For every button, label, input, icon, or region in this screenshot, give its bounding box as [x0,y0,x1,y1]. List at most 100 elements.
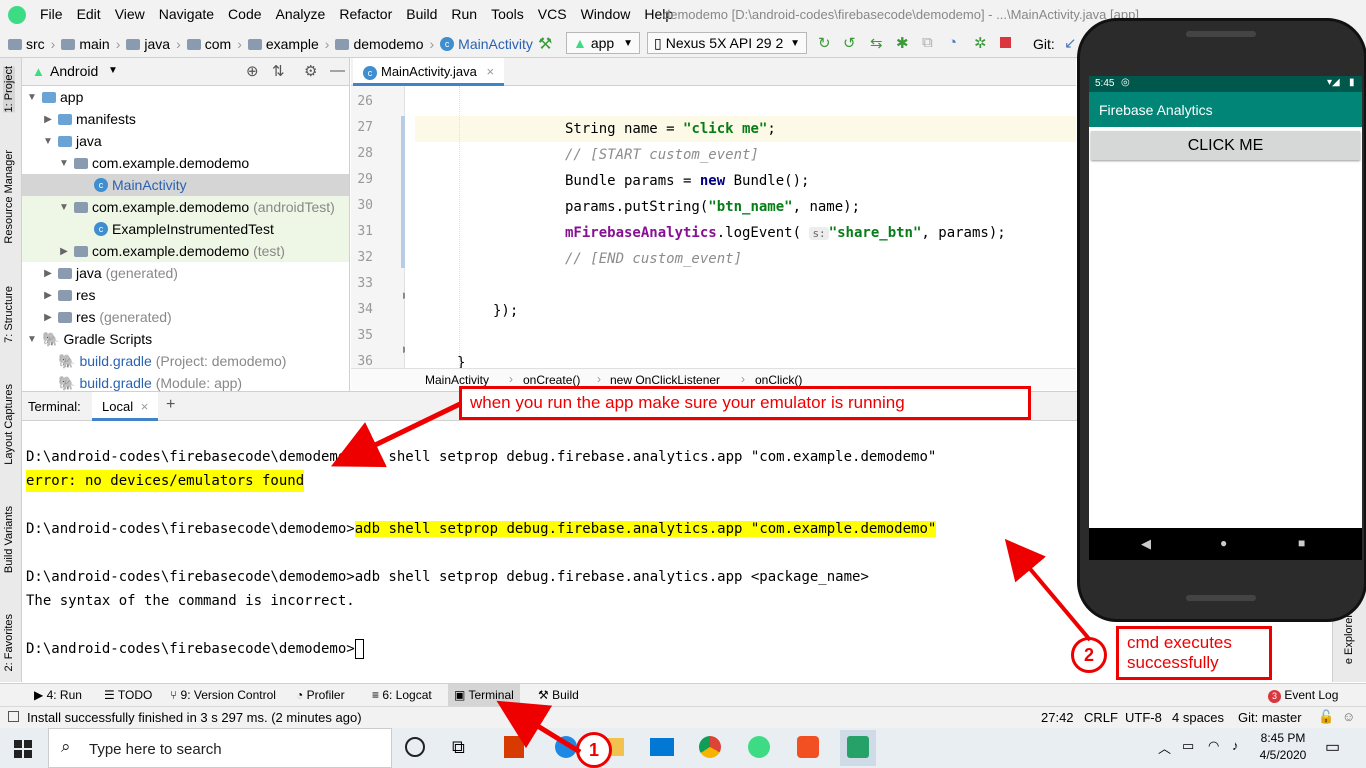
crumb-class[interactable]: MainActivity [425,373,489,387]
tree-item-java[interactable]: ▼ java [22,130,349,152]
notifications-icon[interactable]: ▭ [1325,737,1340,757]
file-encoding[interactable]: UTF-8 [1125,710,1162,725]
logcat-tool-button[interactable]: ≡ 6: Logcat [366,684,438,706]
toggle-tool-windows-icon[interactable] [8,711,19,722]
device-file-explorer-tab[interactable]: e Explorer [1343,614,1355,664]
run-config-dropdown[interactable]: ▲ app ▼ [566,32,640,54]
apply-code-changes-icon[interactable]: ⇆ [870,34,883,52]
apply-changes-icon[interactable]: ↺ [843,34,856,52]
lock-icon[interactable]: 🔓 [1318,709,1334,725]
project-tool-tab[interactable]: 1: Project [3,66,15,113]
crumb-main[interactable]: main [79,36,109,52]
line-separator[interactable]: CRLF [1084,710,1118,725]
favorites-tab[interactable]: 2: Favorites [3,614,15,671]
profile-icon[interactable]: ◔ [948,34,957,51]
inspector-icon[interactable]: ☺ [1342,709,1355,724]
todo-tool-button[interactable]: ☰ TODO [98,684,158,706]
menu-vcs[interactable]: VCS [538,6,567,22]
hammer-icon[interactable]: ⚒ [538,34,552,54]
tree-item-mainactivity[interactable]: c MainActivity [22,174,349,196]
recents-icon[interactable]: ■ [1298,536,1305,550]
menu-analyze[interactable]: Analyze [276,6,326,22]
profiler-tool-button[interactable]: ◔ Profiler [290,684,351,706]
device-dropdown[interactable]: ▯ Nexus 5X API 29 2 ▼ [647,32,807,54]
crumb-onclick[interactable]: onClick() [755,373,802,387]
tree-item-exampleinstrumentedtest[interactable]: c ExampleInstrumentedTest [22,218,349,240]
tree-item-java-generated[interactable]: ▶ java (generated) [22,262,349,284]
crumb-listener[interactable]: new OnClickListener [610,373,720,387]
crumb-mainactivity[interactable]: MainActivity [458,36,533,52]
chevron-up-icon[interactable]: ︿ [1158,738,1171,757]
edge-icon[interactable] [555,736,577,758]
tree-item-gradle-scripts[interactable]: ▼ 🐘 Gradle Scripts [22,328,349,350]
tree-item-res[interactable]: ▶ res [22,284,349,306]
clock-time[interactable]: 8:45 PM [1258,731,1308,745]
resource-manager-tab[interactable]: Resource Manager [3,150,15,244]
caret-position[interactable]: 27:42 [1041,710,1074,725]
volume-icon[interactable]: ♪ [1232,738,1239,753]
mail-icon[interactable] [650,738,674,756]
git-branch[interactable]: Git: master [1238,710,1302,725]
wifi-icon[interactable]: ◠ [1208,738,1219,754]
taskbar-search[interactable]: ⌕ Type here to search [48,728,392,768]
project-view-label[interactable]: Android [50,63,98,79]
cortana-icon[interactable] [405,737,425,757]
tab-mainactivity[interactable]: c MainActivity.java × [353,58,505,86]
bug-icon[interactable]: ✲ [974,34,987,52]
windows-start-icon[interactable] [14,740,32,758]
version-control-tool-button[interactable]: ⑂ 9: Version Control [164,684,282,706]
menu-edit[interactable]: Edit [77,6,101,22]
indent-setting[interactable]: 4 spaces [1172,710,1224,725]
crumb-src[interactable]: src [26,36,45,52]
crumb-oncreate[interactable]: onCreate() [523,373,580,387]
chrome-icon[interactable] [699,736,721,758]
back-icon[interactable]: ◀ [1141,536,1151,552]
close-icon[interactable]: × [141,399,149,414]
android-studio-icon[interactable] [748,736,770,758]
git-update-icon[interactable]: ↙ [1064,34,1077,52]
screen-recorder-icon[interactable] [797,736,819,758]
tree-item-package-main[interactable]: ▼ com.example.demodemo [22,152,349,174]
minimize-icon[interactable]: — [330,62,345,79]
office-icon[interactable] [504,736,524,758]
tree-item-app[interactable]: ▼ app [22,86,349,108]
menu-code[interactable]: Code [228,6,261,22]
menu-navigate[interactable]: Navigate [159,6,214,22]
close-icon[interactable]: × [486,64,494,79]
tree-item-build-gradle-module[interactable]: 🐘 build.gradle (Module: app) [22,372,349,392]
event-log-tool-button[interactable]: 3 Event Log [1262,684,1344,706]
build-variants-tab[interactable]: Build Variants [3,506,15,573]
locate-icon[interactable]: ⊕ [246,62,259,80]
tree-item-build-gradle-project[interactable]: 🐘 build.gradle (Project: demodemo) [22,350,349,372]
tree-item-manifests[interactable]: ▶ manifests [22,108,349,130]
structure-tab[interactable]: 7: Structure [3,286,15,343]
gear-icon[interactable]: ⚙ [304,62,317,80]
tree-item-package-androidtest[interactable]: ▼ com.example.demodemo (androidTest) [22,196,349,218]
menu-view[interactable]: View [115,6,145,22]
code-editor[interactable]: String name = "click me"; // [START cust… [405,86,1076,368]
rerun-icon[interactable]: ↻ [818,34,831,52]
crumb-demodemo[interactable]: demodemo [353,36,423,52]
menu-build[interactable]: Build [406,6,437,22]
menu-tools[interactable]: Tools [491,6,524,22]
new-session-icon[interactable]: + [166,396,175,414]
debug-icon[interactable]: ✱ [896,34,909,52]
menu-file[interactable]: File [40,6,63,22]
crumb-com[interactable]: com [205,36,231,52]
crumb-example[interactable]: example [266,36,319,52]
battery-icon[interactable]: ▭ [1182,738,1194,754]
chevron-down-icon[interactable]: ▼ [108,65,118,76]
build-tool-button[interactable]: ⚒ Build [532,684,585,706]
emulator-app-icon[interactable] [847,736,869,758]
clock-date[interactable]: 4/5/2020 [1258,748,1308,762]
click-me-button[interactable]: CLICK ME [1091,131,1360,160]
run-tool-button[interactable]: ▶ 4: Run [28,684,88,706]
task-view-icon[interactable]: ⧉ [452,737,465,758]
layout-captures-tab[interactable]: Layout Captures [3,384,15,465]
stop-icon[interactable] [1000,37,1011,48]
attach-debugger-icon[interactable]: ⧉ [922,34,933,51]
collapse-all-icon[interactable]: ⇅ [272,62,285,80]
tree-item-res-generated[interactable]: ▶ res (generated) [22,306,349,328]
emulator-screen[interactable]: 5:45 ◎ ▾◢ ▮ Firebase Analytics CLICK ME … [1089,76,1362,560]
menu-run[interactable]: Run [451,6,477,22]
